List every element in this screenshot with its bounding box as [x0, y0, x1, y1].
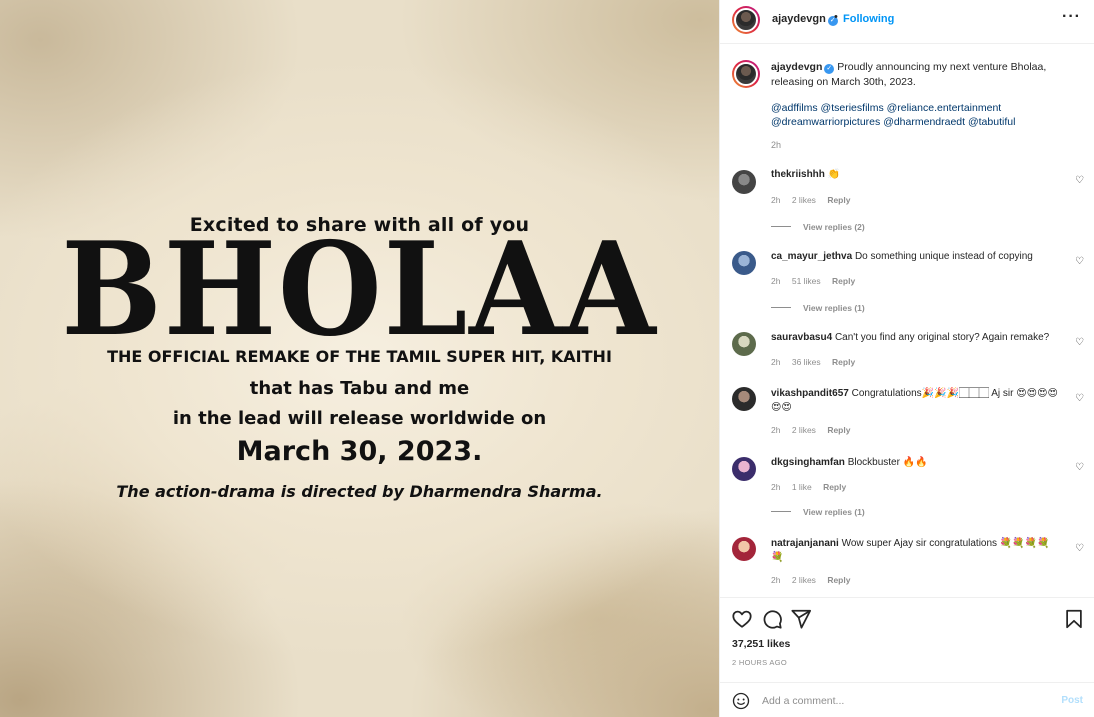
comment-username[interactable]: dkgsinghamfan	[771, 457, 845, 468]
comment-username[interactable]: ca_mayur_jethva	[771, 251, 852, 262]
commenter-avatar[interactable]	[732, 251, 756, 275]
post-header: ajaydevgn ✓ • Following ···	[720, 0, 1094, 44]
emoji-icon[interactable]	[732, 692, 750, 710]
comment-reply-button[interactable]: Reply	[832, 276, 855, 286]
comment-time: 2h	[771, 357, 781, 367]
caption-avatar[interactable]	[732, 60, 760, 88]
verified-badge-icon: ✓	[824, 64, 835, 74]
more-options-icon[interactable]: ···	[1062, 8, 1081, 26]
comment-time: 2h	[771, 575, 781, 585]
post-image[interactable]: Excited to share with all of you BHOLAA …	[0, 0, 719, 717]
poster-director-line: The action-drama is directed by Dharmend…	[116, 482, 603, 501]
view-replies-button[interactable]: View replies (1)	[771, 303, 865, 313]
comment-meta: 2h 2 likes Reply	[771, 575, 859, 585]
comment-body: ca_mayur_jethva Do something unique inst…	[771, 250, 1061, 264]
comment-reply-button[interactable]: Reply	[827, 575, 850, 585]
post-side-panel: ajaydevgn ✓ • Following ··· ajaydevgn ✓ Pr…	[719, 0, 1094, 717]
comment-text: Blockbuster 🔥🔥	[847, 457, 928, 468]
comment-reply-button[interactable]: Reply	[823, 482, 846, 492]
comment-like-heart-icon[interactable]: ♡	[1074, 393, 1085, 404]
poster-cast-line: that has Tabu and me	[249, 378, 470, 399]
comment-reply-button[interactable]: Reply	[832, 357, 855, 367]
post-timestamp: 2 HOURS AGO	[732, 658, 787, 667]
save-bookmark-icon[interactable]	[1063, 608, 1085, 630]
comment-like-heart-icon[interactable]: ♡	[1074, 462, 1085, 473]
like-heart-icon[interactable]	[731, 608, 753, 630]
caption-time: 2h	[771, 140, 782, 150]
comment-body: sauravbasu4 Can't you find any original …	[771, 331, 1061, 345]
commenter-avatar[interactable]	[732, 537, 756, 561]
comment-username[interactable]: thekriishhh	[771, 169, 825, 180]
poster: Excited to share with all of you BHOLAA …	[0, 0, 719, 717]
comment-time: 2h	[771, 195, 781, 205]
comment-likes[interactable]: 51 likes	[792, 276, 821, 286]
commenter-avatar[interactable]	[732, 387, 756, 411]
comment-likes[interactable]: 36 likes	[792, 357, 821, 367]
comment-reply-button[interactable]: Reply	[827, 195, 850, 205]
view-replies-button[interactable]: View replies (1)	[771, 507, 865, 517]
comment-like-heart-icon[interactable]: ♡	[1074, 175, 1085, 186]
poster-title: BHOLAA	[61, 215, 658, 365]
comment-likes[interactable]: 1 like	[792, 482, 812, 492]
poster-date: March 30, 2023.	[236, 436, 483, 467]
comment-time: 2h	[771, 425, 781, 435]
comment-text: 👏	[827, 169, 841, 180]
add-comment-bar: Post	[720, 682, 1094, 717]
author-username[interactable]: ajaydevgn ✓	[772, 13, 838, 26]
post-comment-button[interactable]: Post	[1061, 695, 1083, 706]
author-avatar[interactable]	[732, 6, 760, 34]
comment-like-heart-icon[interactable]: ♡	[1074, 543, 1085, 554]
comment-bubble-icon[interactable]	[761, 608, 783, 630]
comment-meta: 2h 51 likes Reply	[771, 276, 864, 286]
poster-release-line: in the lead will release worldwide on	[172, 408, 547, 429]
post-caption: ajaydevgn ✓ Proudly announcing my next ve…	[771, 60, 1071, 90]
comment-meta: 2h 2 likes Reply	[771, 195, 859, 205]
comment-time: 2h	[771, 276, 781, 286]
commenter-avatar[interactable]	[732, 457, 756, 481]
comment-username[interactable]: sauravbasu4	[771, 332, 832, 343]
view-replies-button[interactable]: View replies (2)	[771, 222, 865, 232]
comment-like-heart-icon[interactable]: ♡	[1074, 256, 1085, 267]
commenter-avatar[interactable]	[732, 170, 756, 194]
comment-body: vikashpandit657 Congratulations🎉🎉🎉🏻🏻🏻 Aj…	[771, 387, 1061, 415]
share-send-icon[interactable]	[790, 608, 812, 630]
commenter-avatar[interactable]	[732, 332, 756, 356]
comment-body: thekriishhh 👏	[771, 168, 1061, 182]
comment-username[interactable]: vikashpandit657	[771, 388, 849, 399]
comment-text: Do something unique instead of copying	[854, 251, 1033, 262]
caption-username[interactable]: ajaydevgn	[771, 61, 822, 73]
following-button[interactable]: Following	[843, 13, 894, 25]
likes-count[interactable]: 37,251 likes	[732, 638, 790, 650]
comment-body: natrajanjanani Wow super Ajay sir congra…	[771, 537, 1061, 565]
comment-meta: 2h 36 likes Reply	[771, 357, 864, 367]
comment-input[interactable]	[762, 693, 1042, 709]
comment-meta: 2h 2 likes Reply	[771, 425, 859, 435]
poster-remake-line: THE OFFICIAL REMAKE OF THE TAMIL SUPER H…	[107, 347, 612, 366]
caption-mentions[interactable]: @adffilms @tseriesfilms @reliance.entert…	[771, 101, 1071, 129]
comment-likes[interactable]: 2 likes	[792, 195, 816, 205]
comment-meta: 2h 1 like Reply	[771, 482, 855, 492]
comment-time: 2h	[771, 482, 781, 492]
comment-body: dkgsinghamfan Blockbuster 🔥🔥	[771, 456, 1061, 470]
comment-reply-button[interactable]: Reply	[827, 425, 850, 435]
comment-text: Can't you find any original story? Again…	[834, 332, 1050, 343]
comment-likes[interactable]: 2 likes	[792, 425, 816, 435]
comment-likes[interactable]: 2 likes	[792, 575, 816, 585]
comment-like-heart-icon[interactable]: ♡	[1074, 337, 1085, 348]
comment-username[interactable]: natrajanjanani	[771, 538, 839, 549]
post-actions: 37,251 likes 2 HOURS AGO Post	[720, 597, 1094, 717]
header-separator: •	[834, 11, 838, 23]
